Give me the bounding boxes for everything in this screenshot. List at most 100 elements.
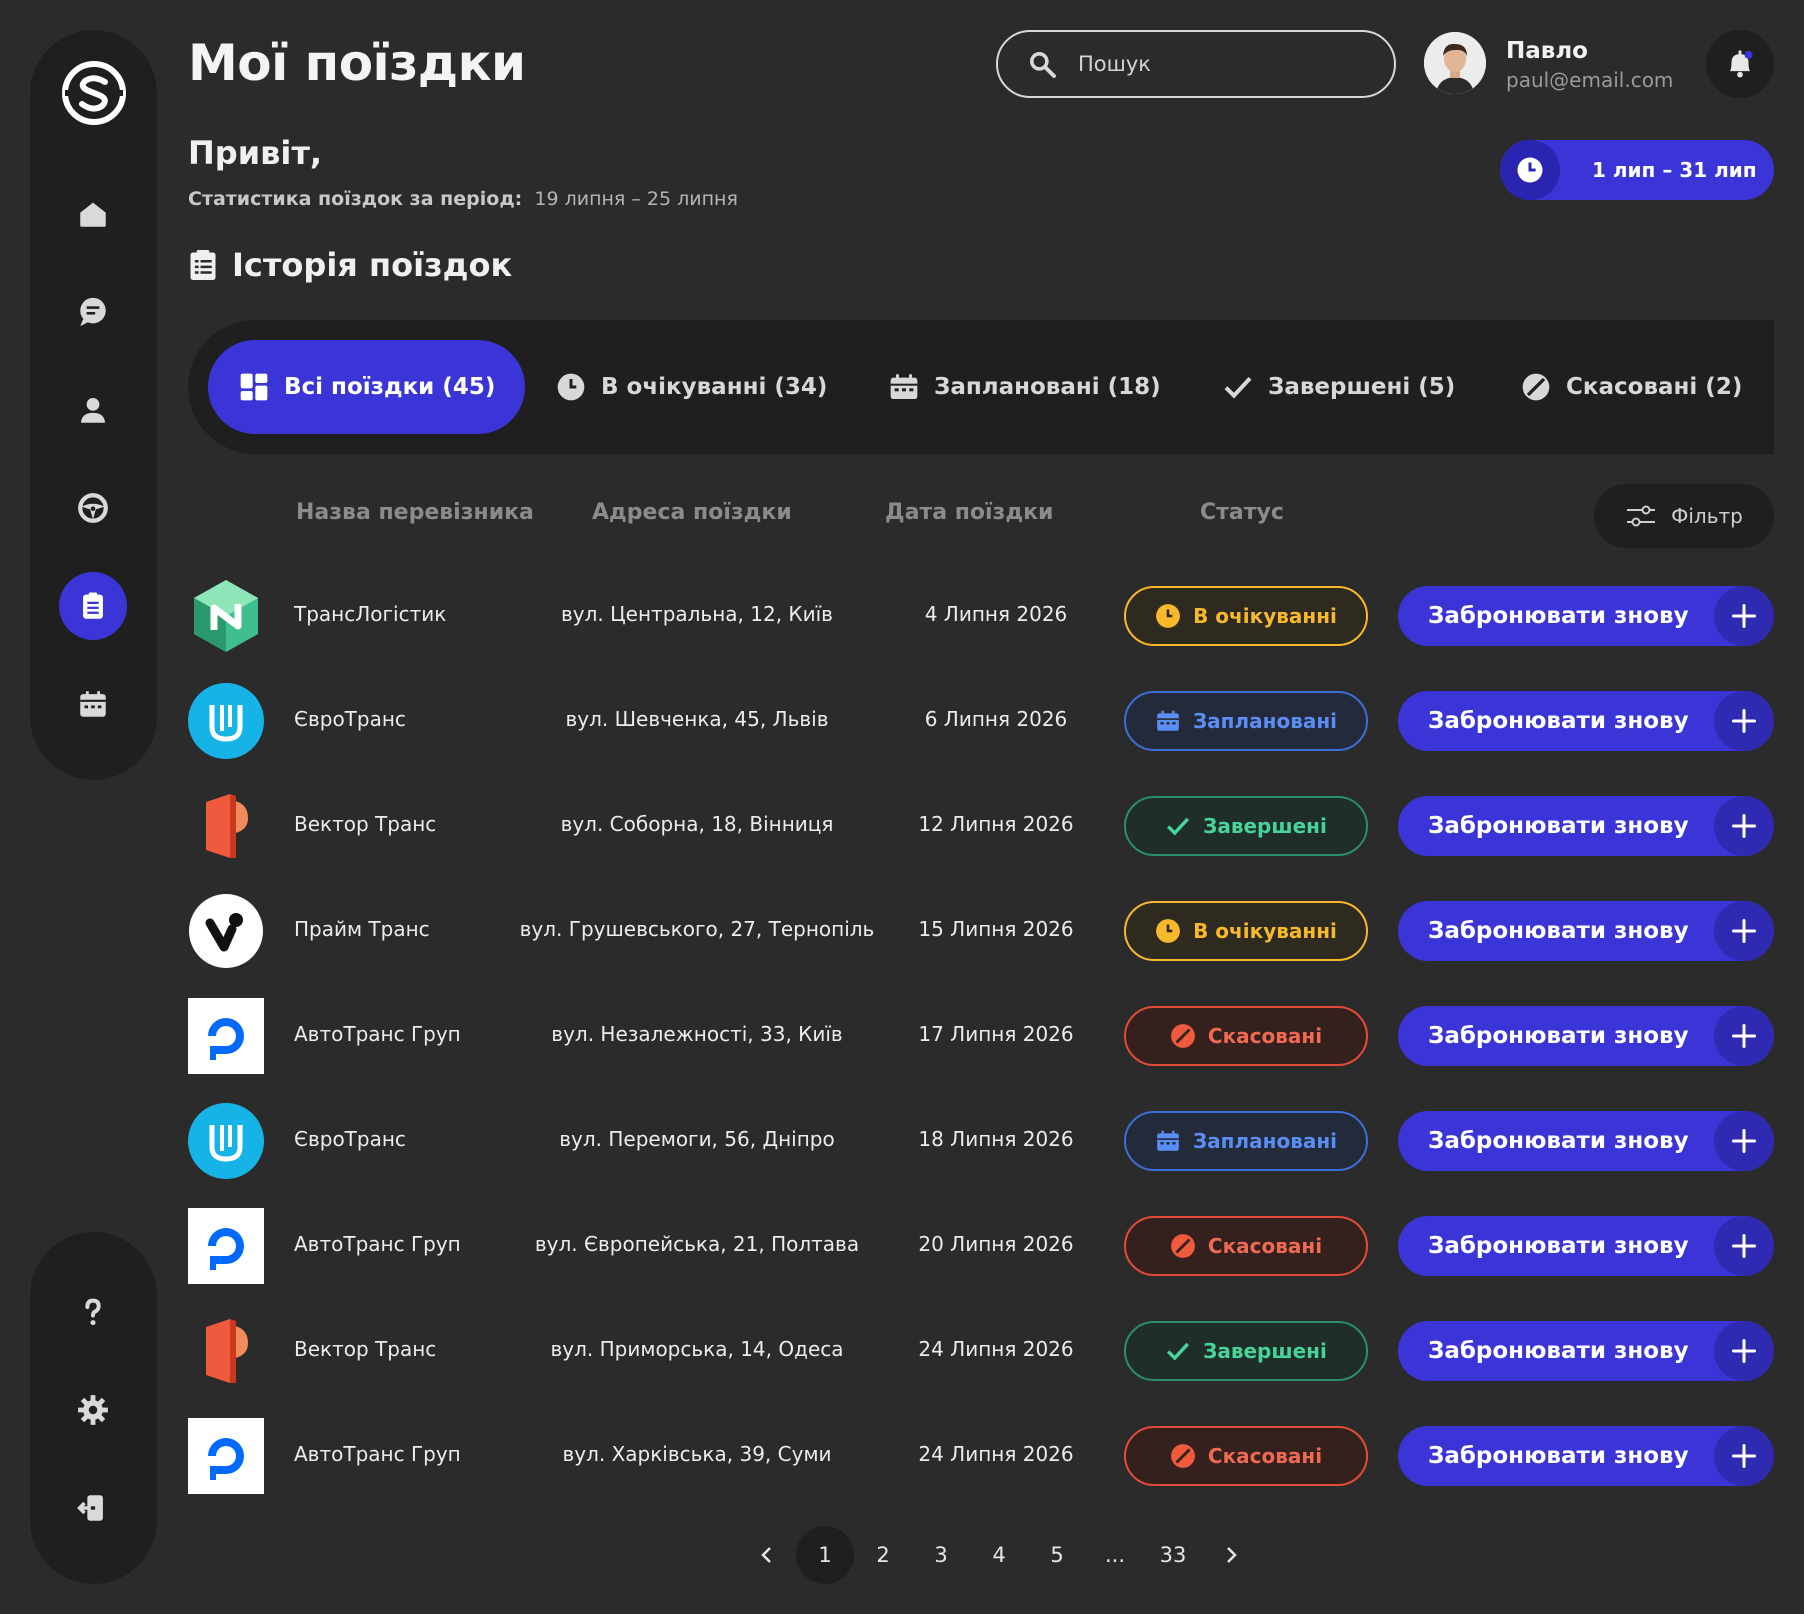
calendar-icon: [1155, 1128, 1193, 1154]
clock-icon: [1517, 157, 1543, 183]
rebook-button[interactable]: Забронювати знову: [1398, 691, 1774, 751]
plus-icon: [1731, 603, 1757, 629]
table-row[interactable]: ЄвроТранс вул. Перемоги, 56, Дніпро 18 Лип…: [188, 1103, 1774, 1179]
rebook-button[interactable]: Забронювати знову: [1398, 1216, 1774, 1276]
status-label: Заплановані: [1192, 709, 1338, 733]
history-title: Історія поїздок: [188, 246, 512, 284]
notifications-button[interactable]: [1706, 30, 1774, 98]
table-row[interactable]: ТрансЛогістик вул. Центральна, 12, Київ 4 …: [188, 578, 1774, 654]
carrier-name: Вектор Транс: [294, 812, 437, 836]
table-row[interactable]: АвтоТранс Груп вул. Європейська, 21, Полт…: [188, 1208, 1774, 1284]
status-badge: Завершені: [1124, 1321, 1368, 1381]
rebook-plus-button[interactable]: [1714, 901, 1774, 961]
plus-icon: [1731, 1233, 1757, 1259]
rebook-button[interactable]: Забронювати знову: [1398, 1321, 1774, 1381]
trip-date: 24 Липня 2026: [918, 1442, 1074, 1466]
column-header-carrier[interactable]: Назва перевізника: [296, 500, 534, 525]
rebook-plus-button[interactable]: [1714, 1426, 1774, 1486]
carrier-logo-u-icon: [188, 683, 264, 759]
page-33-button[interactable]: 33: [1144, 1526, 1202, 1584]
table-row[interactable]: ЄвроТранс вул. Шевченка, 45, Львів 6 Липня…: [188, 683, 1774, 759]
prev-page-button[interactable]: [738, 1526, 796, 1584]
rebook-button[interactable]: Забронювати знову: [1398, 1426, 1774, 1486]
trip-date: 17 Липня 2026: [918, 1022, 1074, 1046]
clipboard-icon: [83, 592, 103, 619]
bell-icon: [1730, 50, 1753, 78]
rebook-button[interactable]: Забронювати знову: [1398, 1006, 1774, 1066]
tab-cancelled[interactable]: Скасовані (2): [1520, 340, 1742, 434]
plus-icon: [1731, 918, 1757, 944]
tab-pending[interactable]: В очікуванні (34): [555, 340, 827, 434]
status-label: Завершені: [1203, 814, 1327, 838]
status-tabs: Всі поїздки (45) В очікуванні (34) Запла…: [188, 320, 1774, 454]
tab-planned[interactable]: Заплановані (18): [888, 340, 1161, 434]
sidebar-item-settings[interactable]: [59, 1376, 127, 1444]
rebook-label: Забронювати знову: [1428, 708, 1689, 734]
logout-icon: [77, 1495, 103, 1521]
search-input[interactable]: [1078, 52, 1378, 76]
carrier-logo-p-icon: [188, 788, 264, 864]
carrier-logo-u-icon: [188, 1103, 264, 1179]
rebook-plus-button[interactable]: [1714, 691, 1774, 751]
user-icon: [80, 397, 106, 423]
avatar[interactable]: [1424, 32, 1486, 94]
rebook-plus-button[interactable]: [1714, 1111, 1774, 1171]
carrier-name: ЄвроТранс: [294, 707, 406, 731]
table-row[interactable]: АвтоТранс Груп вул. Незалежності, 33, Киї…: [188, 998, 1774, 1074]
rebook-button[interactable]: Забронювати знову: [1398, 1111, 1774, 1171]
trip-date: 20 Липня 2026: [918, 1232, 1074, 1256]
carrier-logo-d-icon: [188, 998, 264, 1074]
rebook-button[interactable]: Забронювати знову: [1398, 796, 1774, 856]
sidebar-item-help[interactable]: [59, 1278, 127, 1346]
chevron-left-icon: [761, 1547, 771, 1563]
column-header-status[interactable]: Статус: [1200, 500, 1284, 525]
stats-period: 19 липня – 25 липня: [534, 188, 738, 210]
status-label: В очікуванні: [1193, 919, 1337, 943]
history-title-text: Історія поїздок: [232, 246, 513, 284]
tab-completed[interactable]: Завершені (5): [1222, 340, 1455, 434]
table-row[interactable]: Вектор Транс вул. Приморська, 14, Одеса 24…: [188, 1313, 1774, 1389]
status-badge: Завершені: [1124, 796, 1368, 856]
cancel-icon: [1170, 1023, 1208, 1049]
column-header-date[interactable]: Дата поїздки: [885, 500, 1053, 525]
chat-icon: [80, 297, 106, 327]
sidebar-item-messages[interactable]: [59, 278, 127, 346]
rebook-plus-button[interactable]: [1714, 796, 1774, 856]
next-page-button[interactable]: [1202, 1526, 1260, 1584]
rebook-plus-button[interactable]: [1714, 586, 1774, 646]
column-header-address[interactable]: Адреса поїздки: [592, 500, 792, 525]
trip-address: вул. Шевченка, 45, Львів: [565, 707, 829, 731]
rebook-plus-button[interactable]: [1714, 1216, 1774, 1276]
page-2-button[interactable]: 2: [854, 1526, 912, 1584]
sidebar-item-calendar[interactable]: [59, 670, 127, 738]
page-3-button[interactable]: 3: [912, 1526, 970, 1584]
sidebar-item-trips[interactable]: [59, 572, 127, 640]
page-ellipsis: ...: [1104, 1543, 1126, 1567]
rebook-button[interactable]: Забронювати знову: [1398, 586, 1774, 646]
rebook-plus-button[interactable]: [1714, 1006, 1774, 1066]
check-icon: [1224, 376, 1252, 399]
table-row[interactable]: Прайм Транс вул. Грушевського, 27, Терноп…: [188, 893, 1774, 969]
trip-address: вул. Харківська, 39, Суми: [562, 1442, 832, 1466]
rebook-plus-button[interactable]: [1714, 1321, 1774, 1381]
sidebar-item-home[interactable]: [59, 180, 127, 248]
page-1-button[interactable]: 1: [796, 1526, 854, 1584]
table-row[interactable]: АвтоТранс Груп вул. Харківська, 39, Суми 2…: [188, 1418, 1774, 1494]
plus-icon: [1731, 813, 1757, 839]
sidebar-item-profile[interactable]: [59, 376, 127, 444]
rebook-label: Забронювати знову: [1428, 1233, 1689, 1259]
date-range-button[interactable]: 1 лип – 31 лип: [1500, 140, 1774, 200]
trip-address: вул. Центральна, 12, Київ: [561, 602, 833, 626]
rebook-label: Забронювати знову: [1428, 918, 1689, 944]
calendar-icon: [1155, 708, 1193, 734]
sidebar-item-driving[interactable]: [59, 474, 127, 542]
page-4-button[interactable]: 4: [970, 1526, 1028, 1584]
filter-button[interactable]: Фільтр: [1594, 484, 1774, 548]
table-row[interactable]: Вектор Транс вул. Соборна, 18, Вінниця 12 …: [188, 788, 1774, 864]
rebook-button[interactable]: Забронювати знову: [1398, 901, 1774, 961]
tab-all[interactable]: Всі поїздки (45): [208, 340, 526, 434]
search-box[interactable]: [996, 30, 1396, 98]
app-logo-icon[interactable]: [59, 58, 129, 128]
page-5-button[interactable]: 5: [1028, 1526, 1086, 1584]
sidebar-item-logout[interactable]: [59, 1474, 127, 1542]
